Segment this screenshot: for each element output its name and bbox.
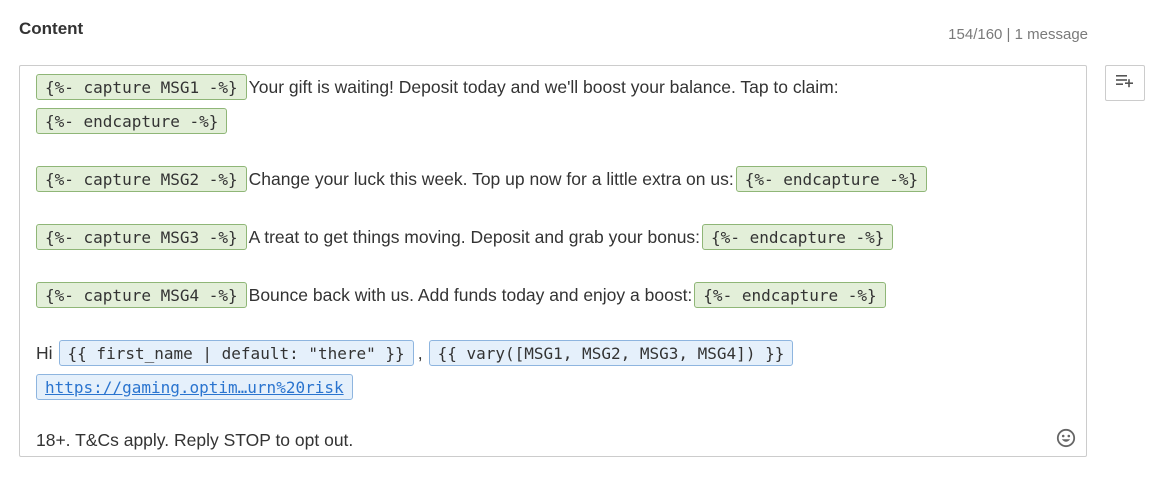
first-name-variable-tag[interactable]: {{ first_name | default: "there" }} — [58, 340, 414, 366]
capture-close-tag[interactable]: {%- endcapture -%} — [735, 166, 928, 192]
msg4-text: Bounce back with us. Add funds today and… — [248, 284, 693, 305]
msg1-line: {%- capture MSG1 -%} Your gift is waitin… — [36, 73, 841, 101]
msg2-line: {%- capture MSG2 -%} Change your luck th… — [36, 165, 928, 193]
tracked-link[interactable]: https://gaming.optim…urn%20risk — [36, 374, 353, 400]
link-line: https://gaming.optim…urn%20risk — [36, 373, 353, 401]
msg3-line: {%- capture MSG3 -%} A treat to get thin… — [36, 223, 894, 251]
insert-variable-button[interactable] — [1105, 65, 1145, 101]
capture-close-tag[interactable]: {%- endcapture -%} — [702, 224, 894, 250]
footer-line: 18+. T&Cs apply. Reply STOP to opt out. — [36, 426, 353, 454]
greeting-text: Hi — [36, 342, 53, 363]
message-editor[interactable]: {%- capture MSG1 -%} Your gift is waitin… — [19, 65, 1087, 457]
capture-close-tag[interactable]: {%- endcapture -%} — [36, 108, 228, 134]
opt-out-text: 18+. T&Cs apply. Reply STOP to opt out. — [36, 429, 354, 450]
capture-close-tag[interactable]: {%- endcapture -%} — [694, 282, 886, 308]
greeting-line: Hi {{ first_name | default: "there" }} ,… — [36, 339, 794, 367]
msg1-text: Your gift is waiting! Deposit today and … — [248, 76, 839, 97]
smiley-icon[interactable] — [1056, 428, 1076, 448]
capture-open-tag[interactable]: {%- capture MSG1 -%} — [36, 74, 247, 100]
msg1-close-line: {%- endcapture -%} — [36, 107, 228, 135]
msg4-line: {%- capture MSG4 -%} Bounce back with us… — [36, 281, 886, 309]
capture-open-tag[interactable]: {%- capture MSG2 -%} — [36, 166, 247, 192]
capture-open-tag[interactable]: {%- capture MSG3 -%} — [36, 224, 247, 250]
msg3-text: A treat to get things moving. Deposit an… — [248, 226, 701, 247]
msg2-text: Change your luck this week. Top up now f… — [248, 168, 734, 189]
comma-text: , — [417, 342, 423, 363]
capture-open-tag[interactable]: {%- capture MSG4 -%} — [36, 282, 247, 308]
playlist-add-icon — [1116, 74, 1134, 93]
section-title: Content — [19, 19, 84, 38]
character-counter: 154/160 | 1 message — [948, 26, 1088, 43]
vary-variable-tag[interactable]: {{ vary([MSG1, MSG2, MSG3, MSG4]) }} — [428, 340, 794, 366]
